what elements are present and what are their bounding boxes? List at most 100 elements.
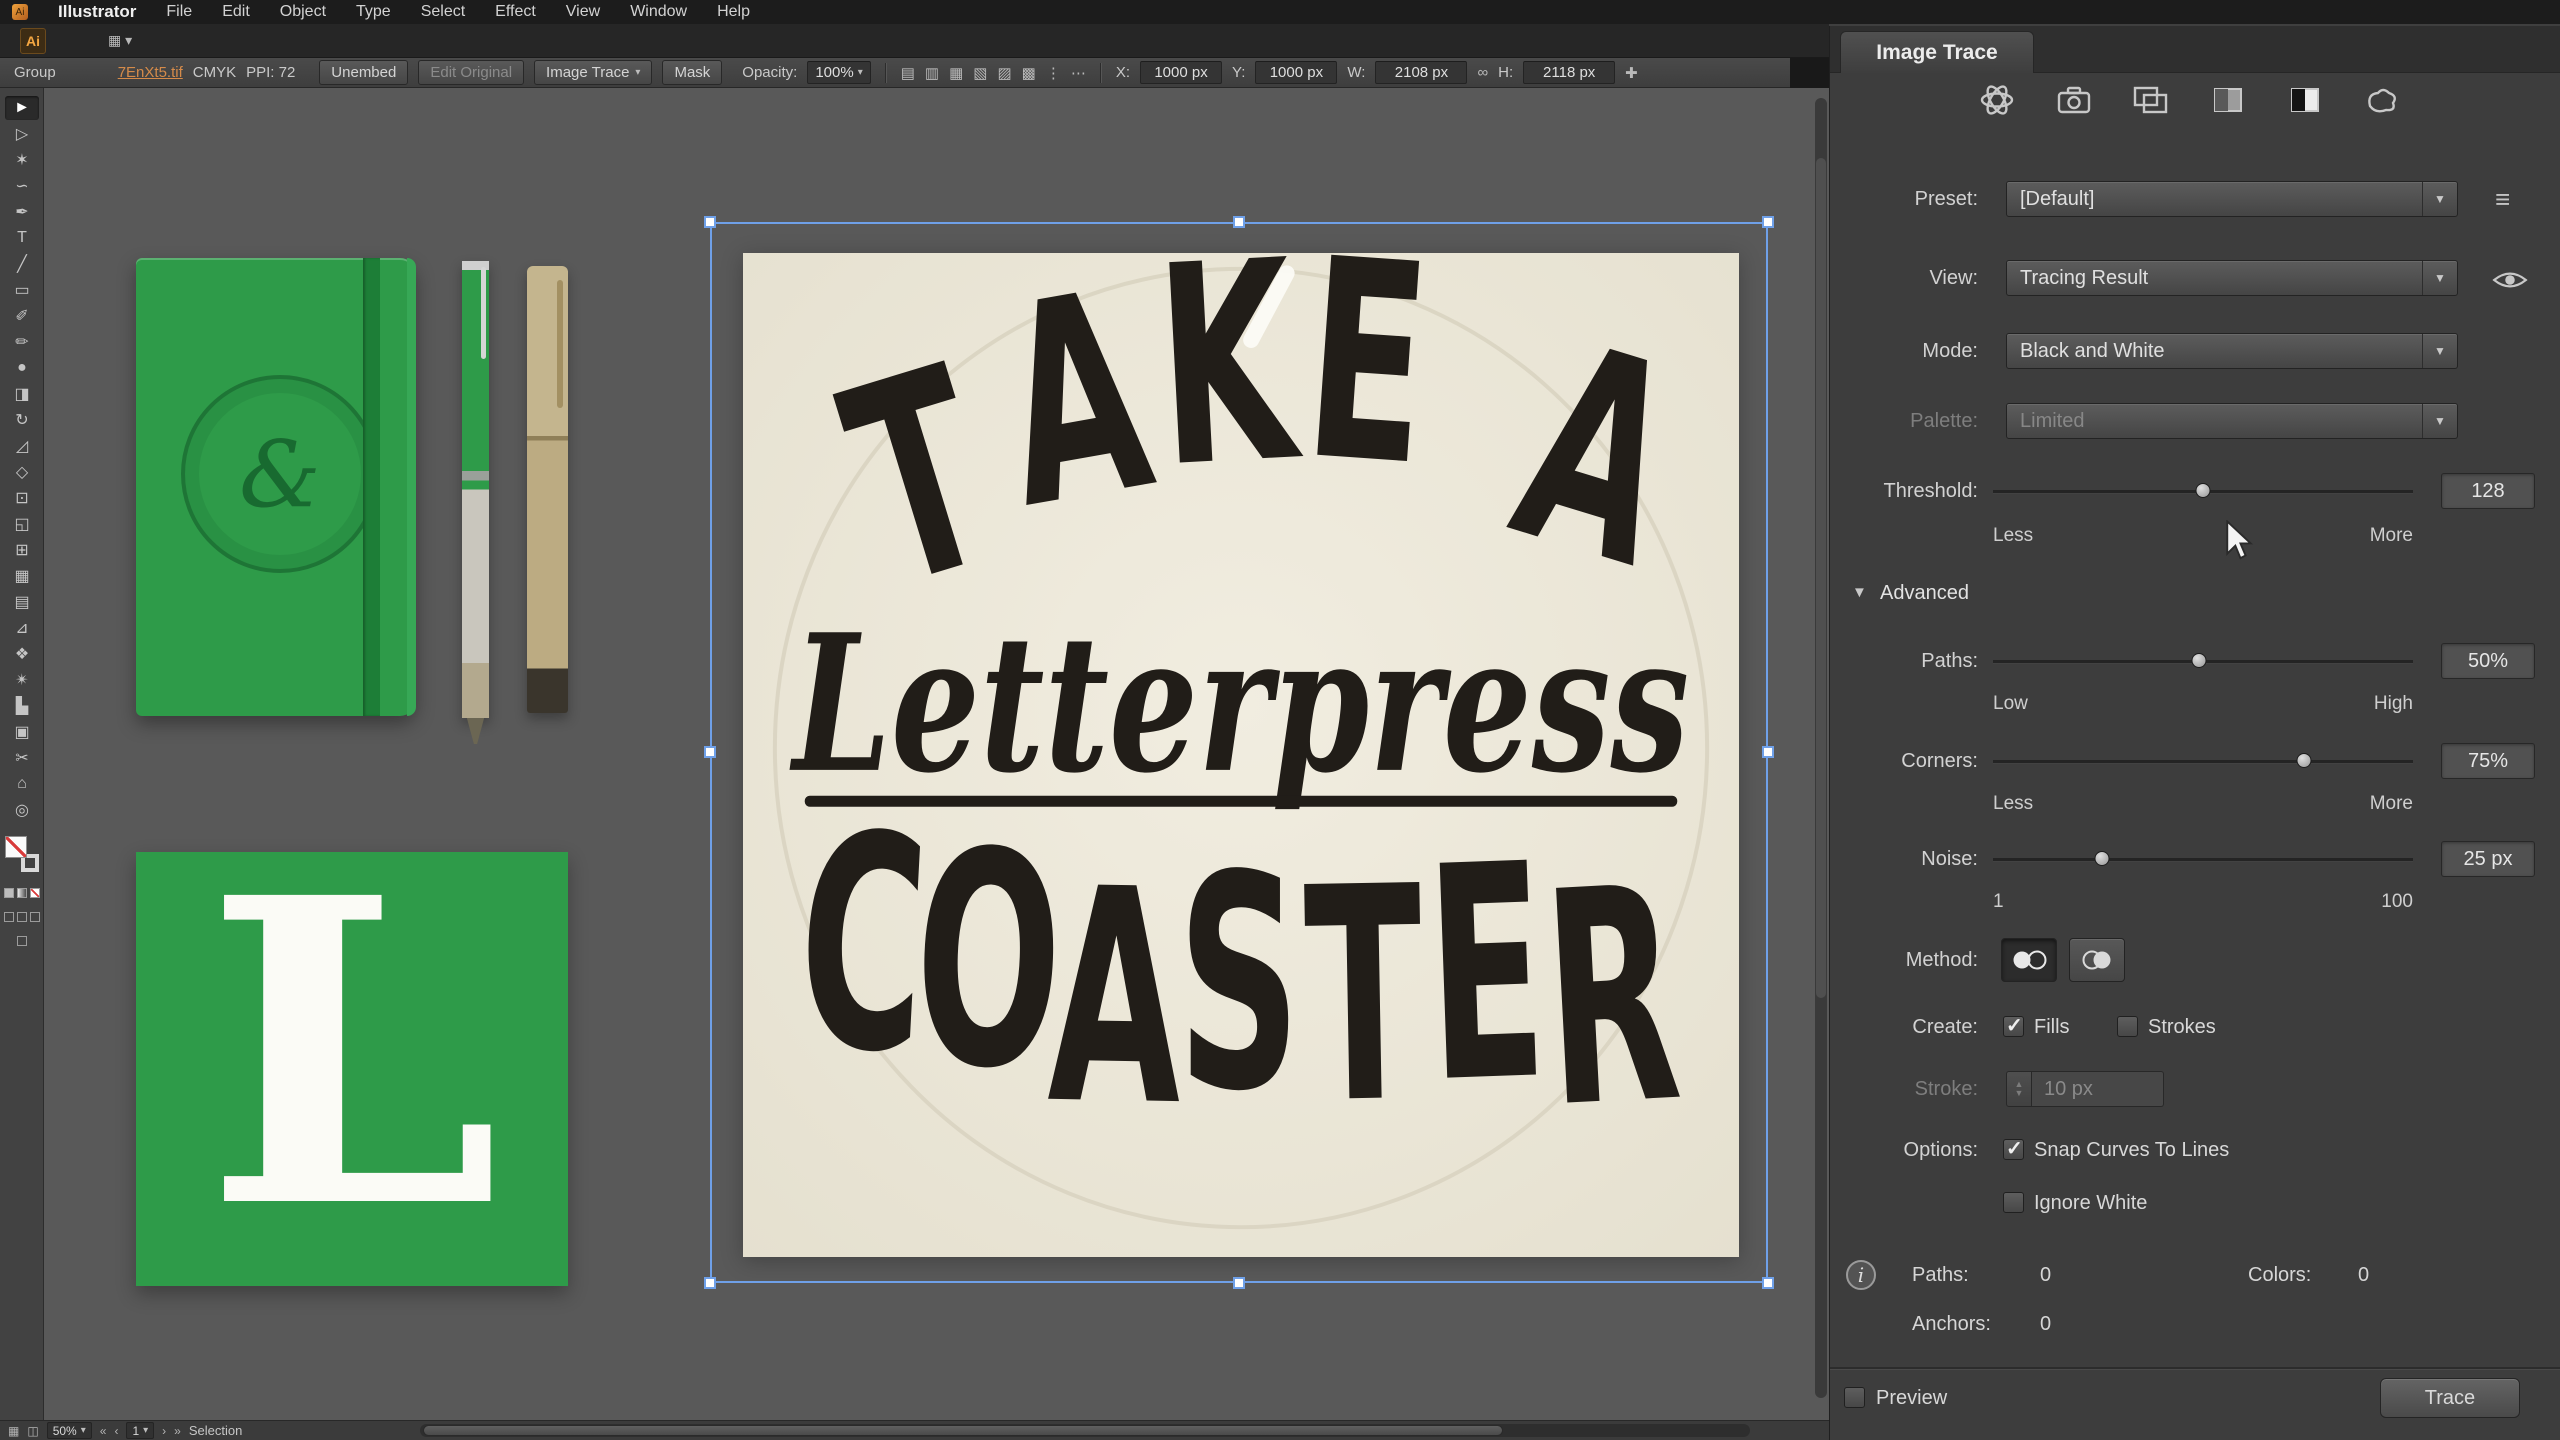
opacity-field[interactable]: 100%▾ xyxy=(807,61,870,84)
scrollbar-thumb[interactable] xyxy=(423,1425,1503,1436)
paths-value-field[interactable]: 50% xyxy=(2441,643,2535,679)
draw-normal-button[interactable] xyxy=(4,912,14,922)
selection-handle-se[interactable] xyxy=(1762,1277,1774,1289)
artboard-tool[interactable]: ▣ xyxy=(5,720,39,744)
fills-checkbox[interactable] xyxy=(2003,1016,2024,1037)
selection-handle-sw[interactable] xyxy=(704,1277,716,1289)
selection-handle-w[interactable] xyxy=(704,746,716,758)
image-trace-dropdown-button[interactable]: Image Trace▾ xyxy=(534,60,652,85)
noise-slider-thumb[interactable] xyxy=(2095,851,2110,866)
align-right-icon[interactable]: ▦ xyxy=(949,64,963,82)
letter-logo-artwork[interactable]: L xyxy=(136,852,568,1286)
selection-handle-e[interactable] xyxy=(1762,746,1774,758)
status-artboard-icon[interactable]: ◫ xyxy=(27,1424,38,1438)
selection-handle-n[interactable] xyxy=(1233,216,1245,228)
ignore-white-checkbox[interactable] xyxy=(2003,1192,2024,1213)
previous-artboard-button[interactable]: ‹ xyxy=(114,1424,118,1438)
ignore-white-checkbox-label[interactable]: Ignore White xyxy=(2034,1191,2147,1215)
align-top-icon[interactable]: ▧ xyxy=(973,64,987,82)
menu-effect[interactable]: Effect xyxy=(495,3,536,21)
scrollbar-thumb[interactable] xyxy=(1816,158,1826,998)
selection-handle-s[interactable] xyxy=(1233,1277,1245,1289)
link-dimensions-icon[interactable]: ∞ xyxy=(1477,64,1488,81)
zoom-field[interactable]: 50%▾ xyxy=(47,1422,92,1439)
distribute-horizontal-icon[interactable]: ⋯ xyxy=(1071,64,1086,82)
column-graph-tool[interactable]: ▙ xyxy=(5,694,39,718)
align-middle-icon[interactable]: ▨ xyxy=(997,64,1011,82)
menu-window[interactable]: Window xyxy=(630,3,687,21)
preview-checkbox[interactable] xyxy=(1844,1387,1865,1408)
notebook-artwork[interactable]: & xyxy=(136,258,416,716)
trace-button[interactable]: Trace xyxy=(2380,1378,2520,1418)
pencil-tool[interactable]: ✏ xyxy=(5,330,39,354)
advanced-section-label[interactable]: Advanced xyxy=(1880,581,1969,605)
last-artboard-button[interactable]: » xyxy=(174,1424,181,1438)
fill-stroke-indicator[interactable] xyxy=(5,836,39,872)
y-field[interactable]: 1000 px xyxy=(1255,61,1337,84)
x-field[interactable]: 1000 px xyxy=(1140,61,1222,84)
gradient-tool[interactable]: ▤ xyxy=(5,590,39,614)
method-overlapping-button[interactable] xyxy=(2069,938,2125,982)
linked-filename[interactable]: 7EnXt5.tif xyxy=(118,64,183,81)
pen-tool[interactable]: ✒ xyxy=(5,200,39,224)
distribute-vertical-icon[interactable]: ⋮ xyxy=(1046,64,1061,82)
mesh-tool[interactable]: ▦ xyxy=(5,564,39,588)
fills-checkbox-label[interactable]: Fills xyxy=(2034,1015,2070,1039)
eraser-tool[interactable]: ◨ xyxy=(5,382,39,406)
align-left-icon[interactable]: ▤ xyxy=(901,64,915,82)
draw-behind-button[interactable] xyxy=(17,912,27,922)
snap-curves-checkbox[interactable] xyxy=(2003,1139,2024,1160)
canvas[interactable]: & L T xyxy=(44,88,1829,1420)
selection-handle-nw[interactable] xyxy=(704,216,716,228)
outline-preset-icon[interactable] xyxy=(2357,78,2407,122)
symbol-sprayer-tool[interactable]: ✴ xyxy=(5,668,39,692)
noise-slider[interactable] xyxy=(1993,849,2413,869)
menu-select[interactable]: Select xyxy=(421,3,465,21)
rotate-tool[interactable]: ↻ xyxy=(5,408,39,432)
workspace-switcher-icon[interactable]: ▦ ▾ xyxy=(108,32,132,49)
advanced-disclosure-triangle[interactable]: ▼ xyxy=(1852,581,1867,605)
shape-builder-tool[interactable]: ◱ xyxy=(5,512,39,536)
threshold-slider[interactable] xyxy=(1993,481,2413,501)
tan-pen-artwork[interactable] xyxy=(527,266,568,713)
zoom-tool[interactable]: ◎ xyxy=(5,798,39,822)
blend-tool[interactable]: ❖ xyxy=(5,642,39,666)
h-field[interactable]: 2118 px xyxy=(1523,61,1615,84)
menu-edit[interactable]: Edit xyxy=(222,3,250,21)
mask-button[interactable]: Mask xyxy=(662,60,722,85)
draw-inside-button[interactable] xyxy=(30,912,40,922)
dock-collapse-area[interactable] xyxy=(1790,58,1829,88)
none-button[interactable] xyxy=(30,888,40,898)
selection-tool[interactable]: ► xyxy=(5,96,39,120)
width-tool[interactable]: ◇ xyxy=(5,460,39,484)
snap-curves-checkbox-label[interactable]: Snap Curves To Lines xyxy=(2034,1138,2229,1162)
mode-dropdown[interactable]: Black and White ▼ xyxy=(2006,333,2458,369)
paths-slider-thumb[interactable] xyxy=(2191,653,2206,668)
paintbrush-tool[interactable]: ✐ xyxy=(5,304,39,328)
horizontal-scrollbar[interactable] xyxy=(420,1424,1750,1437)
edit-original-button[interactable]: Edit Original xyxy=(418,60,524,85)
method-abutting-button[interactable] xyxy=(2001,938,2057,982)
high-color-preset-icon[interactable] xyxy=(2049,78,2099,122)
auto-color-preset-icon[interactable] xyxy=(1972,78,2022,122)
menu-help[interactable]: Help xyxy=(717,3,750,21)
menu-object[interactable]: Object xyxy=(280,3,326,21)
low-color-preset-icon[interactable] xyxy=(2126,78,2176,122)
slice-tool[interactable]: ✂ xyxy=(5,746,39,770)
strokes-checkbox[interactable] xyxy=(2117,1016,2138,1037)
transform-options-icon[interactable]: ✚ xyxy=(1625,64,1638,82)
menu-type[interactable]: Type xyxy=(356,3,391,21)
menu-file[interactable]: File xyxy=(166,3,192,21)
selection-handle-ne[interactable] xyxy=(1762,216,1774,228)
perspective-grid-tool[interactable]: ⊞ xyxy=(5,538,39,562)
lasso-tool[interactable]: ∽ xyxy=(5,174,39,198)
preview-checkbox-label[interactable]: Preview xyxy=(1876,1386,1947,1410)
strokes-checkbox-label[interactable]: Strokes xyxy=(2148,1015,2216,1039)
corners-slider[interactable] xyxy=(1993,751,2413,771)
scale-tool[interactable]: ◿ xyxy=(5,434,39,458)
magic-wand-tool[interactable]: ✶ xyxy=(5,148,39,172)
threshold-slider-thumb[interactable] xyxy=(2196,483,2211,498)
hand-tool[interactable]: ⌂ xyxy=(5,772,39,796)
first-artboard-button[interactable]: « xyxy=(100,1424,107,1438)
eyedropper-tool[interactable]: ⊿ xyxy=(5,616,39,640)
